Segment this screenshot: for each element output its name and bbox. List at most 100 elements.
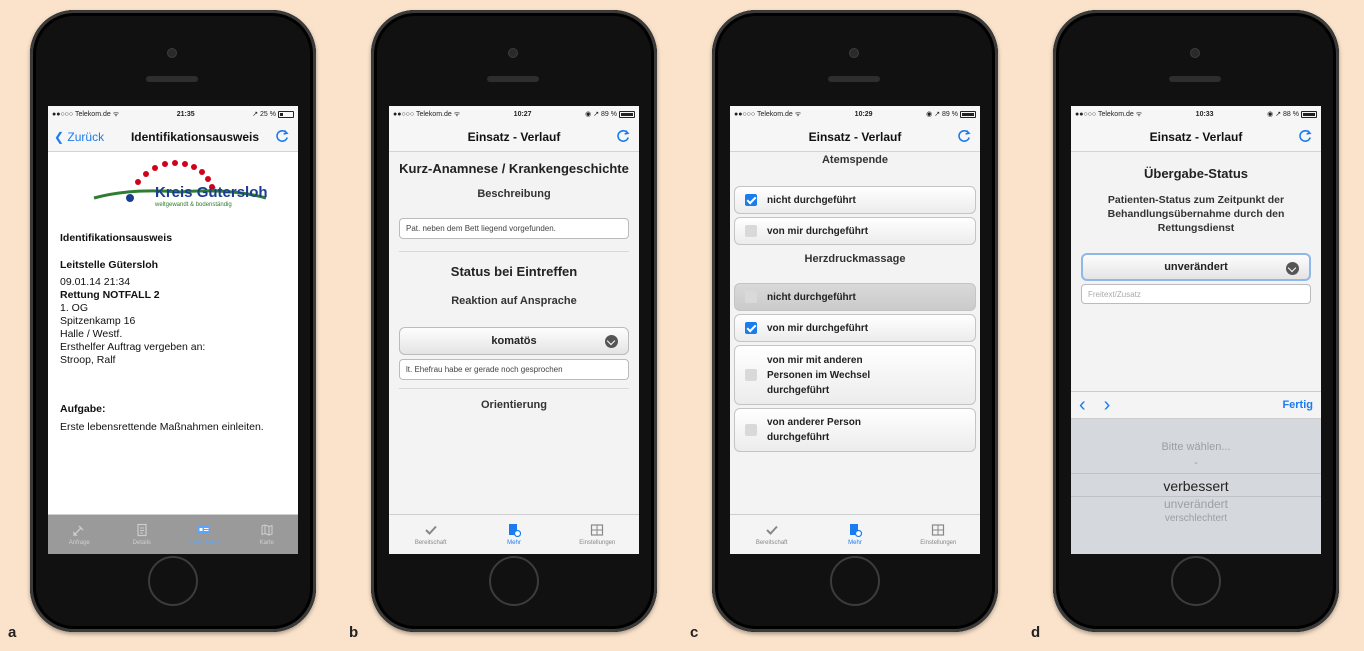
event-title: Rettung NOTFALL 2 bbox=[60, 289, 160, 301]
home-button[interactable] bbox=[830, 556, 880, 606]
nav-bar: Einsatz - Verlauf bbox=[730, 122, 980, 152]
picker-option[interactable]: Bitte wählen... bbox=[1071, 441, 1321, 457]
carrier-label: ●●○○○ Telekom.de ᯤ bbox=[734, 110, 802, 118]
front-camera bbox=[508, 48, 518, 58]
front-camera bbox=[849, 48, 859, 58]
option-hdm-mir[interactable]: von mir durchgeführt bbox=[734, 314, 976, 342]
tab-einstellungen[interactable]: Einstellungen bbox=[897, 515, 980, 554]
battery-icon bbox=[618, 110, 635, 118]
option-hdm-andere[interactable]: von anderer Person durchgeführt bbox=[734, 408, 976, 452]
phone-frame: ●●○○○ Telekom.de ᯤ 10:29 ◉ ↗ 89 % Einsat… bbox=[712, 10, 998, 632]
status-bar: ●●○○○ Telekom.de ᯤ 10:27 ◉ ↗ 89 % bbox=[389, 106, 639, 122]
detail-line: Ersthelfer Auftrag vergeben an: bbox=[60, 341, 206, 353]
panel-label: d bbox=[1031, 624, 1041, 641]
clock-label: 10:33 bbox=[1195, 110, 1214, 118]
picker-option-selected[interactable]: verbessert bbox=[1071, 473, 1321, 497]
tab-mehr[interactable]: Mehr bbox=[813, 515, 896, 554]
option-hdm-wechsel[interactable]: von mir mit anderen Personen im Wechsel … bbox=[734, 345, 976, 405]
tab-details[interactable]: Details bbox=[111, 515, 174, 554]
status-bar: ●●○○○ Telekom.de ᯤ 10:33 ◉ ↗ 88 % bbox=[1071, 106, 1321, 122]
earpiece-speaker bbox=[146, 76, 198, 82]
logo-text: Kreis Gütersloh bbox=[155, 184, 268, 201]
nav-bar: Einsatz - Verlauf bbox=[1071, 122, 1321, 152]
clock-label: 10:27 bbox=[513, 110, 532, 118]
checkbox-icon bbox=[745, 291, 757, 303]
panel-b: ●●○○○ Telekom.de ᯤ 10:27 ◉ ↗ 89 % Einsat… bbox=[341, 0, 682, 651]
status-description: Patienten-Status zum Zeitpunkt der Behan… bbox=[1107, 194, 1285, 234]
reaction-select[interactable]: komatös bbox=[399, 327, 629, 355]
task-label: Aufgabe: bbox=[60, 403, 106, 415]
carrier-label: ●●○○○ Telekom.de ᯤ bbox=[393, 110, 461, 118]
back-button[interactable]: ❮ Zurück bbox=[54, 130, 104, 144]
description-field[interactable]: Pat. neben dem Bett liegend vorgefunden. bbox=[399, 218, 629, 239]
done-button[interactable]: Fertig bbox=[1282, 399, 1313, 411]
clock-label: 21:35 bbox=[176, 110, 195, 118]
divider bbox=[399, 388, 629, 389]
panel-a: ●●○○○ Telekom.de ᯤ 21:35 ↗ 25 % ❮ Zurück… bbox=[0, 0, 341, 651]
freetext-field[interactable]: Freitext/Zusatz bbox=[1081, 284, 1311, 304]
checkbox-checked-icon bbox=[745, 194, 757, 206]
picker-option[interactable]: verschlechtert bbox=[1071, 513, 1321, 529]
nav-title: Einsatz - Verlauf bbox=[467, 129, 561, 144]
phone-screen: ●●○○○ Telekom.de ᯤ 21:35 ↗ 25 % ❮ Zurück… bbox=[48, 106, 298, 554]
tab-id-ausweis[interactable]: ID-Ausweis bbox=[173, 515, 236, 554]
checkbox-icon bbox=[745, 225, 757, 237]
battery-icon bbox=[1300, 110, 1317, 118]
kreis-logo: Kreis Gütersloh weltgewandt & bodenständ… bbox=[60, 158, 286, 220]
detail-line: Spitzenkamp 16 bbox=[60, 315, 136, 327]
tab-bereitschaft[interactable]: Bereitschaft bbox=[389, 515, 472, 554]
tab-bereitschaft[interactable]: Bereitschaft bbox=[730, 515, 813, 554]
refresh-icon[interactable] bbox=[274, 128, 290, 144]
phone-frame: ●●○○○ Telekom.de ᯤ 10:27 ◉ ↗ 89 % Einsat… bbox=[371, 10, 657, 632]
carrier-label: ●●○○○ Telekom.de ᯤ bbox=[52, 110, 120, 118]
home-button[interactable] bbox=[148, 556, 198, 606]
datetime: 09.01.14 21:34 bbox=[60, 276, 131, 288]
phone-screen: ●●○○○ Telekom.de ᯤ 10:33 ◉ ↗ 88 % Einsat… bbox=[1071, 106, 1321, 554]
tab-einstellungen[interactable]: Einstellungen bbox=[556, 515, 639, 554]
picker-option[interactable]: unverändert bbox=[1071, 497, 1321, 513]
option-hdm-nicht[interactable]: nicht durchgeführt bbox=[734, 283, 976, 311]
tab-mehr[interactable]: Mehr bbox=[472, 515, 555, 554]
tab-bar: Bereitschaft Mehr Einstellungen bbox=[389, 514, 639, 554]
home-button[interactable] bbox=[1171, 556, 1221, 606]
divider bbox=[399, 251, 629, 252]
carrier-label: ●●○○○ Telekom.de ᯤ bbox=[1075, 110, 1143, 118]
option-atemspende-mir[interactable]: von mir durchgeführt bbox=[734, 217, 976, 245]
section-title-uebergabe: Übergabe-Status bbox=[1143, 166, 1249, 181]
home-button[interactable] bbox=[489, 556, 539, 606]
next-button[interactable]: › bbox=[1104, 394, 1111, 417]
refresh-icon[interactable] bbox=[1297, 128, 1313, 144]
label-orientierung: Orientierung bbox=[480, 399, 547, 411]
section-title-status: Status bei Eintreffen bbox=[450, 264, 578, 279]
settings-grid-icon bbox=[591, 524, 604, 536]
panel-label: c bbox=[690, 624, 699, 641]
phone-screen: ●●○○○ Telekom.de ᯤ 10:29 ◉ ↗ 89 % Einsat… bbox=[730, 106, 980, 554]
refresh-icon[interactable] bbox=[956, 128, 972, 144]
tab-anfrage[interactable]: Anfrage bbox=[48, 515, 111, 554]
map-icon bbox=[261, 524, 273, 536]
reaction-note-field[interactable]: lt. Ehefrau habe er gerade noch gesproch… bbox=[399, 359, 629, 380]
refresh-icon[interactable] bbox=[615, 128, 631, 144]
nav-title: Einsatz - Verlauf bbox=[1149, 129, 1243, 144]
handover-status-select[interactable]: unverändert bbox=[1081, 253, 1311, 281]
picker-option[interactable]: - bbox=[1071, 457, 1321, 473]
picker-panel: ‹ › Fertig Bitte wählen... - verbessert … bbox=[1071, 391, 1321, 554]
detail-line: Halle / Westf. bbox=[60, 328, 123, 340]
checkmark-icon bbox=[424, 525, 437, 535]
detail-line: 1. OG bbox=[60, 302, 89, 314]
picker-wheel[interactable]: Bitte wählen... - verbessert unverändert… bbox=[1071, 419, 1321, 529]
settings-grid-icon bbox=[932, 524, 945, 536]
status-bar: ●●○○○ Telekom.de ᯤ 21:35 ↗ 25 % bbox=[48, 106, 298, 122]
battery-indicator: ↗ 25 % bbox=[252, 110, 294, 118]
header-atemspende: Atemspende bbox=[821, 154, 889, 166]
prev-button[interactable]: ‹ bbox=[1079, 394, 1086, 417]
phone-screen: ●●○○○ Telekom.de ᯤ 10:27 ◉ ↗ 89 % Einsat… bbox=[389, 106, 639, 554]
id-card-icon bbox=[198, 526, 211, 534]
option-atemspende-nicht[interactable]: nicht durchgeführt bbox=[734, 186, 976, 214]
status-bar: ●●○○○ Telekom.de ᯤ 10:29 ◉ ↗ 89 % bbox=[730, 106, 980, 122]
document-icon bbox=[137, 523, 147, 537]
panel-d: ●●○○○ Telekom.de ᯤ 10:33 ◉ ↗ 88 % Einsat… bbox=[1023, 0, 1364, 651]
tab-bar: Anfrage Details ID-Ausweis Karte bbox=[48, 514, 298, 554]
label-beschreibung: Beschreibung bbox=[477, 188, 551, 200]
tab-karte[interactable]: Karte bbox=[236, 515, 299, 554]
